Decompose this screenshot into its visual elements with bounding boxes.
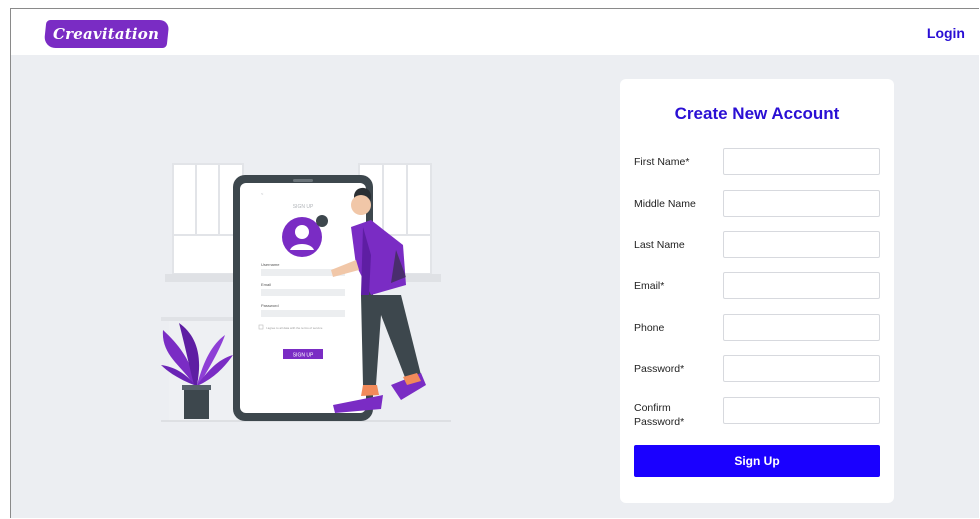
brand-logo[interactable]: Creavitation <box>43 20 170 48</box>
svg-text:Username: Username <box>261 262 280 267</box>
svg-text:Email: Email <box>261 282 271 287</box>
signup-card: Create New Account First Name* Middle Na… <box>620 79 894 503</box>
svg-text:I agree to all data with the t: I agree to all data with the terms of se… <box>266 326 323 330</box>
signup-illustration: < SIGN UP Username Email Password I agre… <box>161 163 451 422</box>
confirm-password-input[interactable] <box>723 397 880 424</box>
first-name-row: First Name* <box>634 148 882 178</box>
last-name-label: Last Name <box>634 239 685 251</box>
sign-up-button[interactable]: Sign Up <box>634 445 880 477</box>
middle-name-row: Middle Name <box>634 190 882 220</box>
login-link[interactable]: Login <box>927 25 965 41</box>
password-input[interactable] <box>723 355 880 382</box>
confirm-password-label: Confirm Password* <box>634 402 685 428</box>
password-label: Password* <box>634 363 685 375</box>
first-name-label: First Name* <box>634 156 690 168</box>
brand-logo-text: Creavitation <box>53 25 160 43</box>
app-frame: Creavitation Login < SIGN UP Username Em… <box>10 8 979 518</box>
last-name-input[interactable] <box>723 231 880 258</box>
phone-mockup: < SIGN UP Username Email Password I agre… <box>233 175 373 421</box>
phone-input[interactable] <box>723 314 880 341</box>
form-title: Create New Account <box>674 104 840 123</box>
svg-text:SIGN UP: SIGN UP <box>293 204 314 210</box>
first-name-input[interactable] <box>723 148 880 175</box>
email-row: Email* <box>634 272 882 302</box>
phone-row: Phone <box>634 314 882 344</box>
window-left <box>172 163 244 275</box>
last-name-row: Last Name <box>634 231 882 261</box>
password-row: Password* <box>634 355 882 385</box>
phone-label: Phone <box>634 322 665 334</box>
middle-name-label: Middle Name <box>634 198 696 210</box>
top-navbar: Creavitation Login <box>11 9 979 55</box>
middle-name-input[interactable] <box>723 190 880 217</box>
svg-text:SIGN UP: SIGN UP <box>293 353 314 359</box>
confirm-password-row: Confirm Password* <box>634 397 882 431</box>
email-label: Email* <box>634 280 665 292</box>
svg-text:Password: Password <box>261 303 279 308</box>
email-input[interactable] <box>723 272 880 299</box>
